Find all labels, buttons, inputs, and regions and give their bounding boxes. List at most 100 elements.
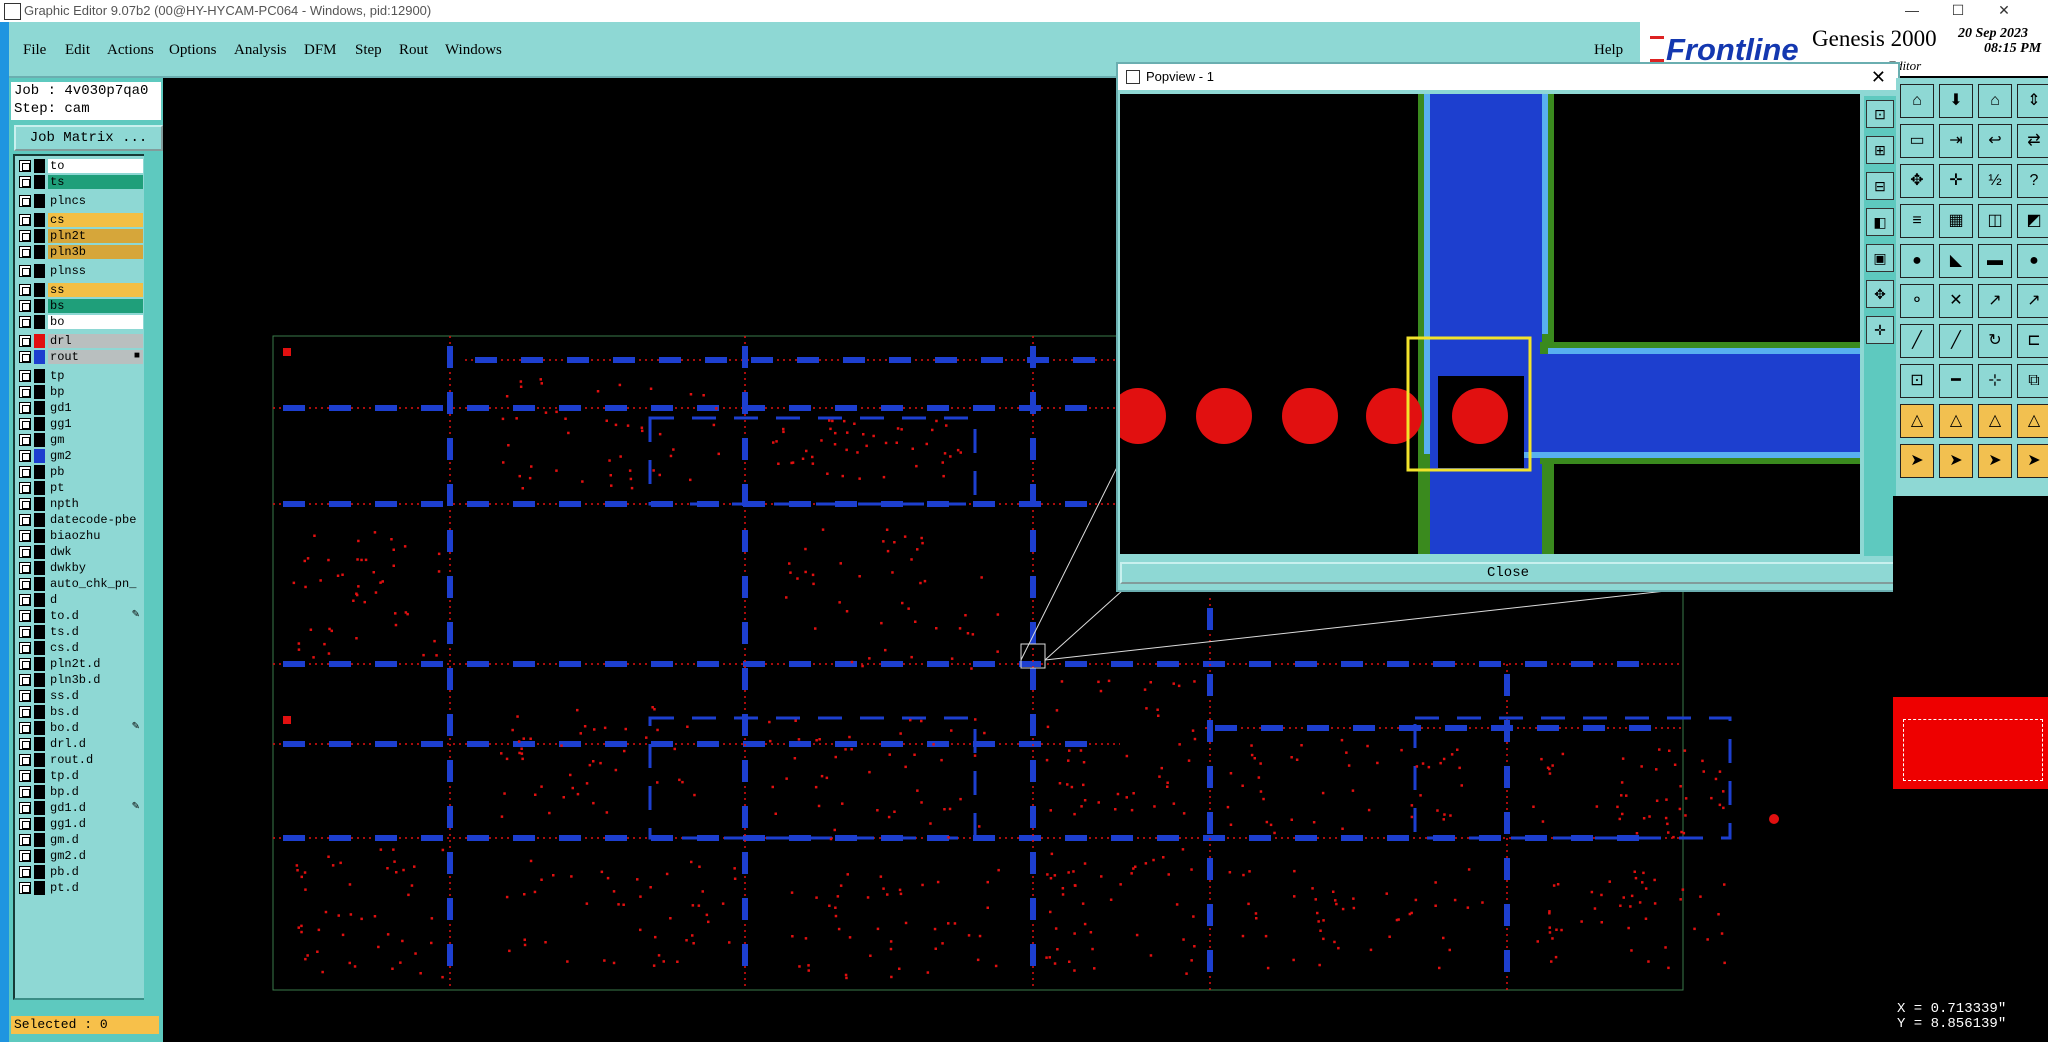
- layer-checkbox[interactable]: [19, 610, 31, 622]
- pv-zoom-fit-icon[interactable]: ⊡: [1866, 100, 1894, 128]
- menu-edit[interactable]: Edit: [65, 42, 90, 59]
- layer-name[interactable]: pb: [48, 465, 143, 479]
- layer-checkbox[interactable]: [19, 195, 31, 207]
- menu-options[interactable]: Options: [169, 42, 217, 59]
- layer-row[interactable]: rout ■: [15, 350, 144, 365]
- home-icon[interactable]: ⌂: [1900, 84, 1934, 118]
- layer-name[interactable]: pb.d: [48, 865, 143, 879]
- layer-row[interactable]: plncs: [15, 194, 144, 209]
- layer-row[interactable]: gg1: [15, 417, 144, 432]
- swap-icon[interactable]: ⇄: [2017, 124, 2048, 158]
- layer-row[interactable]: gm.d: [15, 833, 144, 848]
- arrow-icon[interactable]: ↗: [1978, 284, 2012, 318]
- layer-row[interactable]: plnss: [15, 264, 144, 279]
- pv-pan-icon[interactable]: ◧: [1866, 208, 1894, 236]
- menu-windows[interactable]: Windows: [445, 42, 502, 59]
- layer-name[interactable]: gd1.d ✎: [48, 801, 143, 815]
- layer-row[interactable]: dwkby: [15, 561, 144, 576]
- layer-row[interactable]: pln3b: [15, 245, 144, 260]
- layer-name[interactable]: auto_chk_pn_: [48, 577, 143, 591]
- undo-icon[interactable]: ↩: [1978, 124, 2012, 158]
- layer-name[interactable]: npth: [48, 497, 143, 511]
- layer-checkbox[interactable]: [19, 546, 31, 558]
- layer-name[interactable]: ts.d: [48, 625, 143, 639]
- layer-row[interactable]: bp: [15, 385, 144, 400]
- popview-zoom-view[interactable]: [1120, 94, 1860, 554]
- layer-name[interactable]: bp.d: [48, 785, 143, 799]
- maximize-button[interactable]: ☐: [1935, 0, 1981, 22]
- layer-row[interactable]: cs: [15, 213, 144, 228]
- layer-checkbox[interactable]: [19, 482, 31, 494]
- connect-icon[interactable]: ⚬: [1900, 284, 1934, 318]
- layer-name[interactable]: rout.d: [48, 753, 143, 767]
- menu-help[interactable]: Help: [1594, 42, 1623, 59]
- menu-rout[interactable]: Rout: [399, 42, 428, 59]
- arrow-alt-icon[interactable]: ↗: [2017, 284, 2048, 318]
- layer-name[interactable]: gm2: [48, 449, 143, 463]
- layer-checkbox[interactable]: [19, 300, 31, 312]
- layer-checkbox[interactable]: [19, 434, 31, 446]
- layer-name[interactable]: pt: [48, 481, 143, 495]
- hline-icon[interactable]: ━: [1939, 364, 1973, 398]
- layer-name[interactable]: bs.d: [48, 705, 143, 719]
- save-icon[interactable]: ⬇: [1939, 84, 1973, 118]
- layer-checkbox[interactable]: [19, 418, 31, 430]
- layer-row[interactable]: ts.d: [15, 625, 144, 640]
- popview-close-icon[interactable]: ✕: [1871, 64, 1886, 90]
- layer-checkbox[interactable]: [19, 176, 31, 188]
- layer-checkbox[interactable]: [19, 160, 31, 172]
- layer-checkbox[interactable]: [19, 230, 31, 242]
- layer-name[interactable]: to.d ✎: [48, 609, 143, 623]
- layer-checkbox[interactable]: [19, 642, 31, 654]
- layer-name[interactable]: gg1: [48, 417, 143, 431]
- layer-name[interactable]: to: [48, 159, 143, 173]
- pv-zoom-in-icon[interactable]: ⊞: [1866, 136, 1894, 164]
- layer-row[interactable]: d: [15, 593, 144, 608]
- layer-name[interactable]: cs.d: [48, 641, 143, 655]
- menu-actions[interactable]: Actions: [107, 42, 154, 59]
- minimize-button[interactable]: —: [1889, 0, 1935, 22]
- layer-checkbox[interactable]: [19, 386, 31, 398]
- menu-file[interactable]: File: [23, 42, 46, 59]
- layer-checkbox[interactable]: [19, 834, 31, 846]
- grid-icon[interactable]: ▦: [1939, 204, 1973, 238]
- line-icon[interactable]: ▬: [1978, 244, 2012, 278]
- pointer-icon[interactable]: ➤: [1900, 444, 1934, 478]
- layer-checkbox[interactable]: [19, 690, 31, 702]
- layer-row[interactable]: tp: [15, 369, 144, 384]
- layer-checkbox[interactable]: [19, 450, 31, 462]
- box-icon[interactable]: ⊡: [1900, 364, 1934, 398]
- layer-checkbox[interactable]: [19, 351, 31, 363]
- close-window-button[interactable]: ✕: [1981, 0, 2027, 22]
- layer-row[interactable]: pln2t.d: [15, 657, 144, 672]
- house-icon[interactable]: ⌂: [1978, 84, 2012, 118]
- layer-checkbox[interactable]: [19, 818, 31, 830]
- layer-checkbox[interactable]: [19, 316, 31, 328]
- pointer3-icon[interactable]: ➤: [1978, 444, 2012, 478]
- layer-name[interactable]: drl.d: [48, 737, 143, 751]
- layer-row[interactable]: datecode-pbe: [15, 513, 144, 528]
- window-icon[interactable]: ▭: [1900, 124, 1934, 158]
- layer-checkbox[interactable]: [19, 265, 31, 277]
- layer-row[interactable]: ss.d: [15, 689, 144, 704]
- layer-row[interactable]: pb.d: [15, 865, 144, 880]
- layer-checkbox[interactable]: [19, 562, 31, 574]
- pad-icon[interactable]: ●: [1900, 244, 1934, 278]
- layer-checkbox[interactable]: [19, 626, 31, 638]
- draw-line2-icon[interactable]: ╱: [1939, 324, 1973, 358]
- layer-checkbox[interactable]: [19, 754, 31, 766]
- layer-row[interactable]: pln2t: [15, 229, 144, 244]
- next-icon[interactable]: ⇥: [1939, 124, 1973, 158]
- triangle-icon[interactable]: ◣: [1939, 244, 1973, 278]
- layer-row[interactable]: gg1.d: [15, 817, 144, 832]
- layer-name[interactable]: dwk: [48, 545, 143, 559]
- pointer4-icon[interactable]: ➤: [2017, 444, 2048, 478]
- cross-icon[interactable]: ✕: [1939, 284, 1973, 318]
- layer-checkbox[interactable]: [19, 866, 31, 878]
- bracket-icon[interactable]: ⊏: [2017, 324, 2048, 358]
- layer-checkbox[interactable]: [19, 530, 31, 542]
- layer-row[interactable]: gd1.d ✎: [15, 801, 144, 816]
- layer-row[interactable]: to.d ✎: [15, 609, 144, 624]
- layer-checkbox[interactable]: [19, 882, 31, 894]
- layer-name[interactable]: pln2t: [48, 229, 143, 243]
